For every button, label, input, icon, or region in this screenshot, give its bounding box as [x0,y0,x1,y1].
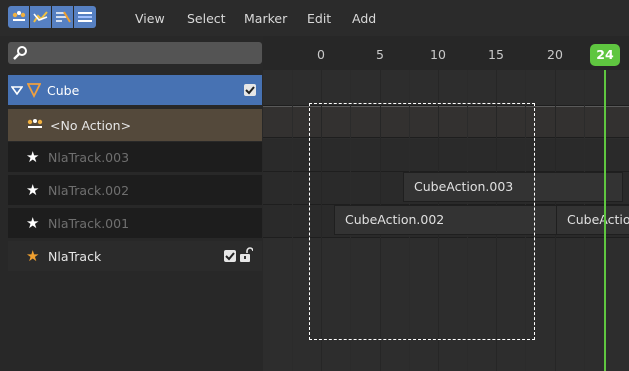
frame-tick: 0 [317,47,325,62]
drivers-icon [55,11,71,23]
mesh-icon [27,83,41,98]
channel-track-active[interactable]: ★ NlaTrack [8,241,262,271]
menu-edit[interactable]: Edit [307,11,331,26]
menu-marker[interactable]: Marker [244,11,287,26]
track-label: NlaTrack.002 [48,183,130,198]
check-icon [225,252,235,261]
track-label: NlaTrack.001 [48,216,130,231]
unlock-icon[interactable] [239,247,253,263]
dopesheet-icon [78,12,92,22]
channel-object-label: Cube [47,83,80,98]
track-label: NlaTrack [48,249,102,264]
search-input[interactable] [8,42,262,64]
check-icon [245,86,255,95]
channel-track-001[interactable]: ★ NlaTrack.001 [8,208,262,238]
star-icon: ★ [26,247,40,265]
action-label: <No Action> [50,118,132,133]
channel-region: Cube <No Action> ★ NlaTrack.003 ★ NlaTra… [8,36,262,371]
channel-action-line[interactable]: <No Action> [8,109,262,141]
menu-view[interactable]: View [135,11,165,26]
channel-track-003[interactable]: ★ NlaTrack.003 [8,142,262,172]
disclosure-triangle-icon[interactable] [11,85,23,95]
frame-tick: 5 [376,47,384,62]
menu-add[interactable]: Add [352,11,376,26]
editor-type-group [8,6,96,28]
box-select-rectangle [309,103,535,340]
dopesheet-button[interactable] [74,6,96,28]
menu-select[interactable]: Select [187,11,226,26]
graph-editor-icon [32,11,48,23]
object-checkbox[interactable] [244,84,256,96]
track-checkbox[interactable] [224,250,236,262]
current-frame-indicator[interactable]: 24 [590,44,620,66]
nla-timeline[interactable]: 0 5 10 15 20 CubeAction.003 CubeAction.0… [263,36,629,371]
editor-header: View Select Marker Edit Add [0,0,629,36]
frame-tick: 15 [488,47,504,62]
grid-line [292,70,293,371]
channel-object-cube[interactable]: Cube [8,75,262,105]
graph-editor-button[interactable] [30,6,52,28]
playhead[interactable] [604,70,606,371]
drivers-button[interactable] [52,6,74,28]
star-icon: ★ [26,214,40,232]
frame-tick: 20 [547,47,563,62]
nla-strip[interactable]: CubeActio [556,205,629,235]
frame-tick: 10 [430,47,446,62]
nla-editor-button[interactable] [8,6,30,28]
nla-editor-icon [12,11,25,21]
star-icon: ★ [26,181,40,199]
nla-editor: View Select Marker Edit Add Cube <No Act… [0,0,629,371]
timeline-row-object [263,70,629,106]
search-icon [13,46,27,60]
frame-ruler[interactable]: 0 5 10 15 20 [263,36,629,70]
action-icon [27,119,43,128]
track-label: NlaTrack.003 [48,150,130,165]
channel-track-002[interactable]: ★ NlaTrack.002 [8,175,262,205]
star-icon: ★ [26,148,40,166]
